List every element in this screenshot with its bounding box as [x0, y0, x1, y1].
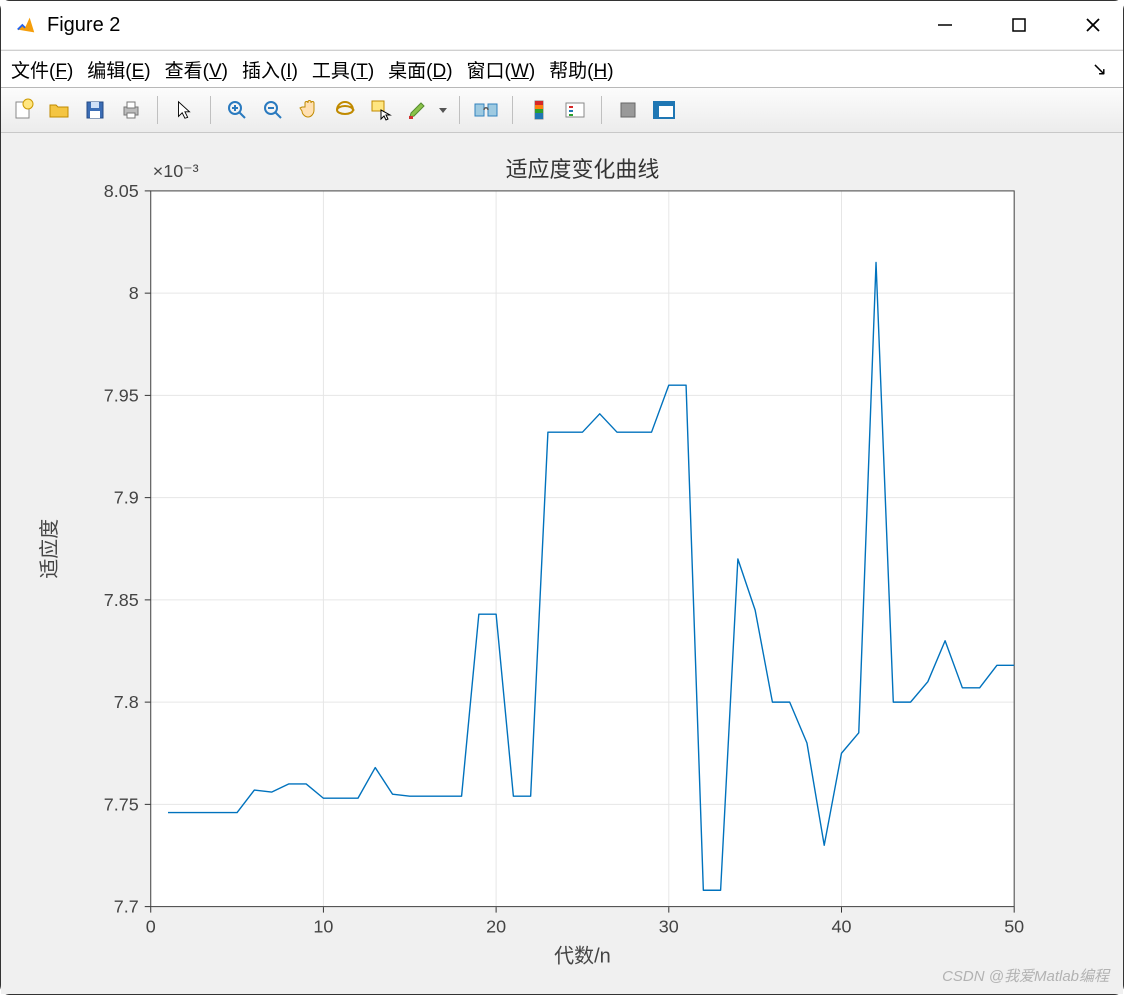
- svg-text:30: 30: [659, 917, 679, 937]
- matlab-icon: [15, 14, 37, 36]
- menu-help[interactable]: 帮助(H): [549, 56, 613, 83]
- brush-icon[interactable]: [401, 94, 433, 126]
- menu-desktop[interactable]: 桌面(D): [388, 56, 452, 83]
- print-icon[interactable]: [115, 94, 147, 126]
- hide-tools-icon[interactable]: [612, 94, 644, 126]
- toolbar: [1, 88, 1123, 133]
- menu-window[interactable]: 窗口(W): [467, 56, 536, 83]
- window-title: Figure 2: [47, 14, 120, 37]
- rotate-3d-icon[interactable]: [329, 94, 361, 126]
- titlebar: Figure 2: [1, 1, 1123, 50]
- maximize-button[interactable]: [997, 3, 1041, 47]
- axes[interactable]: 0 10 20 30 40 50 7.7 7.75 7.8 7.85 7.9 7.95 8 8.05 适应度…: [1, 133, 1123, 996]
- pan-icon[interactable]: [293, 94, 325, 126]
- svg-text:0: 0: [146, 917, 156, 937]
- svg-text:8.05: 8.05: [104, 181, 139, 201]
- svg-text:适应度: 适应度: [38, 519, 61, 579]
- dropdown-icon[interactable]: [437, 94, 449, 126]
- legend-icon[interactable]: [559, 94, 591, 126]
- data-cursor-icon[interactable]: [365, 94, 397, 126]
- svg-text:10: 10: [313, 917, 333, 937]
- svg-text:20: 20: [486, 917, 506, 937]
- svg-text:7.7: 7.7: [114, 897, 139, 917]
- close-button[interactable]: [1071, 3, 1115, 47]
- menu-edit[interactable]: 编辑(E): [87, 56, 150, 83]
- open-icon[interactable]: [43, 94, 75, 126]
- zoom-out-icon[interactable]: [257, 94, 289, 126]
- svg-text:7.9: 7.9: [114, 488, 139, 508]
- svg-text:7.85: 7.85: [104, 590, 139, 610]
- pointer-icon[interactable]: [168, 94, 200, 126]
- figure-area: 0 10 20 30 40 50 7.7 7.75 7.8 7.85 7.9 7.95 8 8.05 适应度…: [1, 133, 1123, 994]
- dock-icon[interactable]: ↘: [1092, 59, 1113, 80]
- menu-insert[interactable]: 插入(I): [242, 56, 298, 83]
- menu-view[interactable]: 查看(V): [165, 56, 228, 83]
- svg-text:代数/n: 代数/n: [554, 945, 611, 968]
- minimize-button[interactable]: [923, 3, 967, 47]
- menu-tools[interactable]: 工具(T): [312, 56, 374, 83]
- svg-text:7.95: 7.95: [104, 385, 139, 405]
- svg-text:50: 50: [1004, 917, 1024, 937]
- svg-text:适应度变化曲线: 适应度变化曲线: [506, 157, 660, 182]
- colorbar-icon[interactable]: [523, 94, 555, 126]
- menubar: 文件(F) 编辑(E) 查看(V) 插入(I) 工具(T) 桌面(D) 窗口(W…: [1, 50, 1123, 88]
- link-plot-icon[interactable]: [470, 94, 502, 126]
- svg-text:40: 40: [831, 917, 851, 937]
- svg-text:×10⁻³: ×10⁻³: [153, 161, 199, 181]
- svg-text:7.8: 7.8: [114, 692, 139, 712]
- svg-text:7.75: 7.75: [104, 794, 139, 814]
- new-figure-icon[interactable]: [7, 94, 39, 126]
- zoom-in-icon[interactable]: [221, 94, 253, 126]
- show-tools-icon[interactable]: [648, 94, 680, 126]
- menu-file[interactable]: 文件(F): [11, 56, 73, 83]
- svg-text:8: 8: [129, 283, 139, 303]
- save-icon[interactable]: [79, 94, 111, 126]
